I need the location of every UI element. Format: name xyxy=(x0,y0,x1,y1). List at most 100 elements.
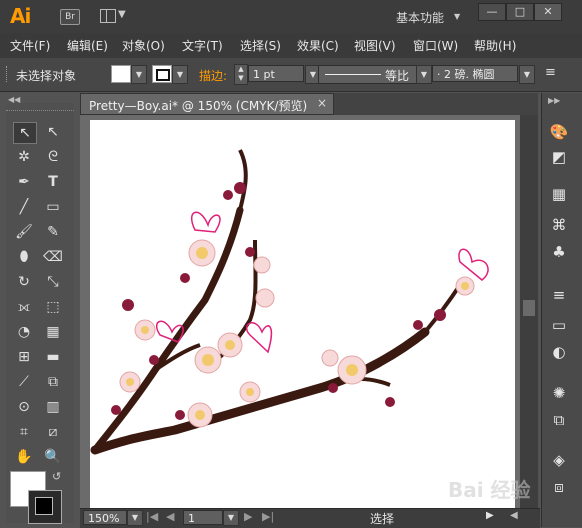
appearance-panel-icon[interactable]: ✺ xyxy=(548,383,570,403)
artboards-panel-icon[interactable]: ⧈ xyxy=(548,477,570,497)
blob-brush-tool-icon[interactable]: ⬮ xyxy=(13,247,35,267)
stroke-stepper[interactable]: ▲ ▼ xyxy=(234,64,248,85)
watermark-logo: Bai 经验 xyxy=(448,478,531,502)
scale-tool-icon[interactable]: ⤡ xyxy=(42,272,64,292)
profile-dropdown[interactable]: ▼ xyxy=(416,65,432,84)
symbol-sprayer-tool-icon[interactable]: ⊙ xyxy=(13,397,35,417)
variable-width-profile[interactable]: 等比 xyxy=(318,65,428,84)
menu-type[interactable]: 文字(T) xyxy=(182,37,223,54)
plum-blossom-artwork xyxy=(90,149,489,455)
rotate-tool-icon[interactable]: ↻ xyxy=(13,272,35,292)
brush-dropdown[interactable]: ▼ xyxy=(519,65,535,84)
color-guide-icon[interactable]: ◩ xyxy=(548,147,570,167)
width-tool-icon[interactable]: ⟗ xyxy=(13,297,35,317)
direct-selection-tool-icon[interactable]: ↖ xyxy=(42,122,64,142)
stroke-color-inner xyxy=(35,497,53,515)
scrollbar-thumb[interactable] xyxy=(523,300,535,316)
gradient-panel-icon[interactable]: ▭ xyxy=(548,315,570,335)
close-button[interactable]: ✕ xyxy=(534,3,562,21)
free-transform-tool-icon[interactable]: ⬚ xyxy=(42,297,64,317)
scroll-left-icon[interactable]: ◀ xyxy=(510,510,518,521)
minimize-button[interactable]: — xyxy=(478,3,506,21)
slice-tool-icon[interactable]: ⧄ xyxy=(42,422,64,442)
app-logo: Ai xyxy=(10,4,31,28)
pen-tool-icon[interactable]: ✒ xyxy=(13,172,35,192)
panel-grip-icon[interactable] xyxy=(6,66,10,82)
symbols-icon[interactable]: ♣ xyxy=(548,242,570,262)
stroke-label[interactable]: 描边: xyxy=(199,67,227,84)
panel-menu-icon[interactable]: ≡ xyxy=(545,65,556,80)
document-title: Pretty—Boy.ai* @ 150% (CMYK/预览) xyxy=(89,99,308,113)
close-icon[interactable]: × xyxy=(317,96,327,110)
stroke-indicator xyxy=(156,69,170,81)
first-artboard-icon[interactable]: |◀ xyxy=(146,510,158,523)
menu-window[interactable]: 窗口(W) xyxy=(413,37,458,54)
buds xyxy=(111,182,446,420)
mesh-tool-icon[interactable]: ⊞ xyxy=(13,347,35,367)
expand-dock-icon[interactable]: ▶▶ xyxy=(548,96,560,105)
chevron-down-icon[interactable]: ▼ xyxy=(118,9,126,20)
stroke-dropdown[interactable]: ▼ xyxy=(172,65,188,84)
selection-status: 未选择对象 xyxy=(16,69,77,83)
next-artboard-icon[interactable]: ▶ xyxy=(244,510,252,523)
blend-tool-icon[interactable]: ⧉ xyxy=(42,372,64,392)
swatches-icon[interactable]: ▦ xyxy=(548,184,570,204)
hand-tool-icon[interactable]: ✋ xyxy=(13,447,35,467)
menu-help[interactable]: 帮助(H) xyxy=(474,37,516,54)
zoom-tool-icon[interactable]: 🔍 xyxy=(42,447,64,467)
graphic-styles-icon[interactable]: ⧉ xyxy=(548,410,570,430)
eyedropper-tool-icon[interactable]: ⟋ xyxy=(13,372,35,392)
type-tool-icon[interactable]: T xyxy=(42,172,64,192)
stroke-swatch[interactable] xyxy=(152,65,172,83)
menu-object[interactable]: 对象(O) xyxy=(122,37,165,54)
line-tool-icon[interactable]: ╱ xyxy=(13,197,35,217)
stroke-weight-field[interactable]: 1 pt xyxy=(248,65,304,82)
swap-fill-stroke-icon[interactable]: ↺ xyxy=(52,470,61,483)
brush-definition[interactable]: · 2 磅. 椭圆 xyxy=(432,65,518,82)
workspace-chevron-icon[interactable]: ▼ xyxy=(454,12,460,21)
artboard[interactable] xyxy=(90,120,515,508)
brushes-icon[interactable]: ⌘ xyxy=(548,215,570,235)
selection-tool-icon[interactable]: ↖ xyxy=(13,122,37,144)
profile-label: 等比 xyxy=(385,69,410,83)
tab-document[interactable]: Pretty—Boy.ai* @ 150% (CMYK/预览) × xyxy=(80,93,334,115)
pencil-tool-icon[interactable]: ✎ xyxy=(42,222,64,242)
menu-effect[interactable]: 效果(C) xyxy=(297,37,339,54)
gradient-tool-icon[interactable]: ▬ xyxy=(42,347,64,367)
shape-builder-tool-icon[interactable]: ◔ xyxy=(13,322,35,342)
lasso-tool-icon[interactable]: ᘓ xyxy=(42,147,64,167)
arrange-documents-icon[interactable] xyxy=(100,9,116,23)
perspective-grid-tool-icon[interactable]: ▦ xyxy=(42,322,64,342)
zoom-dropdown[interactable]: ▼ xyxy=(127,510,143,526)
fill-swatch[interactable] xyxy=(111,65,131,83)
magic-wand-tool-icon[interactable]: ✲ xyxy=(13,147,35,167)
color-palette-icon[interactable]: 🎨 xyxy=(548,122,570,142)
menu-edit[interactable]: 编辑(E) xyxy=(67,37,108,54)
menu-select[interactable]: 选择(S) xyxy=(240,37,281,54)
maximize-button[interactable]: □ xyxy=(506,3,534,21)
layers-icon[interactable]: ◈ xyxy=(548,450,570,470)
stroke-panel-icon[interactable]: ≡ xyxy=(548,285,570,305)
paintbrush-tool-icon[interactable]: 🖌 xyxy=(13,222,35,242)
collapse-tools-icon[interactable]: ◀◀ xyxy=(8,95,20,104)
right-twig xyxy=(423,283,462,334)
eraser-tool-icon[interactable]: ⌫ xyxy=(42,247,64,267)
zoom-field[interactable]: 150% xyxy=(83,510,127,525)
rectangle-tool-icon[interactable]: ▭ xyxy=(42,197,64,217)
bridge-button[interactable]: Br xyxy=(60,9,80,25)
last-artboard-icon[interactable]: ▶| xyxy=(262,510,274,523)
status-menu-icon[interactable]: ▶ xyxy=(486,510,494,521)
tools-grip[interactable] xyxy=(6,110,74,114)
current-tool-status[interactable]: 选择 xyxy=(370,510,394,527)
column-graph-tool-icon[interactable]: ▥ xyxy=(42,397,64,417)
artboard-dropdown[interactable]: ▼ xyxy=(223,510,239,526)
profile-line xyxy=(325,74,381,75)
artboard-number-field[interactable]: 1 xyxy=(183,510,223,525)
fill-dropdown[interactable]: ▼ xyxy=(131,65,147,84)
menu-file[interactable]: 文件(F) xyxy=(10,37,50,54)
transparency-panel-icon[interactable]: ◐ xyxy=(548,342,570,362)
workspace-switcher[interactable]: 基本功能 xyxy=(396,9,444,26)
artboard-tool-icon[interactable]: ⌗ xyxy=(13,422,35,442)
previous-artboard-icon[interactable]: ◀ xyxy=(166,510,174,523)
menu-view[interactable]: 视图(V) xyxy=(354,37,396,54)
